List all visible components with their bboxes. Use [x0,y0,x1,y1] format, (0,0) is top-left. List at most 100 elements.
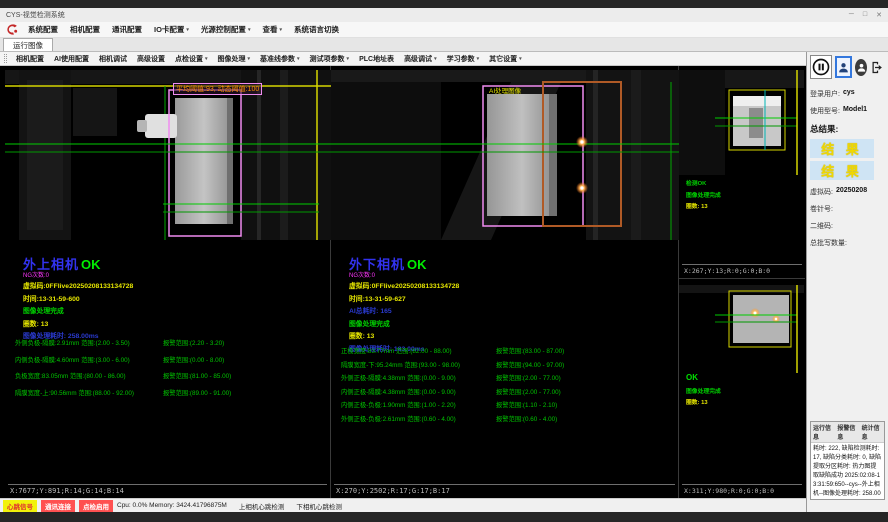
chevron-down-icon: ▾ [297,56,300,62]
app-window: CYS-视觉检测系统 ─ □ ✕ 系统配置 相机配置 通讯配置 IO卡配置▾ 光… [0,0,888,522]
chevron-down-icon: ▾ [279,27,282,33]
heartbeat-status-badge: 心跳信号 [3,500,37,512]
virtual-code-line: 虚拟码:0FFIive20250208133134728 [23,280,133,290]
camera-panel-outer-lower: AI处理图像 外下相机OK NG次数:0 虚拟码:0FFIive20250208… [331,66,679,498]
log-text: 耗时: 222, 缺陷检测耗时: 17, 缺陷分类耗时: 0, 缺陷提取分区耗时… [811,443,884,499]
menu-item-comm-config[interactable]: 通讯配置 [106,24,148,35]
camera-view-outer-upper[interactable]: 平均阈值:93, 动态阈值:100 [5,70,331,245]
log-tab-alarm-info[interactable]: 报警信息 [837,423,857,441]
workpiece-plate [175,98,233,224]
virtual-code-field: 虚拟码: 20250208 [810,187,885,197]
toolbar-item-advanced-settings[interactable]: 高级设置 [132,54,170,64]
chevron-down-icon: ▾ [205,56,208,62]
log-tab-stats-info[interactable]: 统计信息 [862,423,882,441]
measurement-row: 外侧正极-隔膜:4.38mm 范围:(0.00 - 9.00)报警范围:(2.0… [341,373,674,382]
ok-badge: OK [686,373,721,382]
close-button[interactable]: ✕ [876,11,882,19]
login-user-label: 登录用户: [810,89,840,99]
chevron-down-icon: ▾ [186,27,189,33]
upper-camera-heartbeat-status: 上相机心跳检测 [239,501,285,511]
toolbar-item-other-settings[interactable]: 其它设置▾ [484,54,527,64]
comm-status-badge: 通讯连接 [41,500,75,512]
menu-item-system-config[interactable]: 系统配置 [22,24,64,35]
toolbar-grip [4,54,7,63]
chevron-down-icon: ▾ [248,56,251,62]
login-user-field: 登录用户: cys [810,89,885,99]
connector-part [145,114,177,138]
chevron-down-icon: ▾ [347,56,350,62]
toolbar-item-plc-address[interactable]: PLC地址表 [354,54,399,64]
log-tab-run-info[interactable]: 运行信息 [813,423,833,441]
status-bar: 心跳信号 通讯连接 点检启用 Cpu: 0.0% Memory: 3424.41… [0,498,806,512]
camera-scene-left [5,70,331,240]
screen-bottom-strip [0,512,888,522]
result-box-2: 结 果 [810,161,874,180]
toolbar: 相机配置 AI使用配置 相机调试 高级设置 点检设置▾ 图像处理▾ 基准线参数▾… [0,52,806,66]
measurement-row: 内侧正极-隔膜:4.38mm 范围:(0.00 - 9.00)报警范围:(2.0… [341,387,674,396]
camera-panel-small-top: 检测OK 图像处理完成 圈数: 13 X:267;Y:13;R:0;G:0;B:… [679,66,805,279]
camera-scene-middle [331,70,679,240]
model-value: Model1 [843,106,867,116]
needle-number-field: 卷针号: [810,204,885,214]
toolbar-item-spot-check[interactable]: 点检设置▾ [170,54,213,64]
total-result-label: 总结果: [810,123,885,135]
minimize-button[interactable]: ─ [849,11,854,19]
toolbar-item-camera-config[interactable]: 相机配置 [11,54,49,64]
toolbar-item-learning-params[interactable]: 学习参数▾ [442,54,485,64]
camera-info-block: 虚拟码:0FFIive20250208133134728 时间:13-31-59… [23,280,133,340]
user-icon [837,61,850,74]
menu-bar: 系统配置 相机配置 通讯配置 IO卡配置▾ 光源控制配置▾ 查看▾ 系统语言切换 [0,22,888,38]
toolbar-item-baseline-params[interactable]: 基准线参数▾ [255,54,305,64]
camera-info-block: 检测OK 图像处理完成 圈数: 13 [686,178,721,210]
switch-user-button[interactable] [855,59,867,76]
pause-button[interactable] [810,55,832,79]
tab-run-image[interactable]: 运行图像 [3,38,53,51]
turns-line: 圈数: 13 [349,330,459,340]
user-icon [856,62,867,73]
logout-button[interactable] [870,58,885,76]
lower-camera-heartbeat-status: 下相机心跳检测 [296,501,342,511]
model-label: 使用型号: [810,106,840,116]
measurement-row: 隔膜宽度-下:95.24mm 范围:(93.00 - 98.00)报警范围:(9… [341,360,674,369]
process-done-line: 图像处理完成 [23,305,133,315]
measurement-row: 内侧负极-隔膜:4.60mm 范围:(3.00 - 6.00)报警范围:(0.0… [15,355,326,364]
menu-item-camera-config[interactable]: 相机配置 [64,24,106,35]
chevron-down-icon: ▾ [519,56,522,62]
toolbar-item-camera-debug[interactable]: 相机调试 [94,54,132,64]
turns-line: 圈数: 13 [23,318,133,328]
toolbar-item-image-processing[interactable]: 图像处理▾ [213,54,256,64]
camera-view-outer-lower[interactable]: AI处理图像 [331,70,679,245]
menu-item-io-config[interactable]: IO卡配置▾ [148,24,195,35]
time-line: 时间:13-31-59-627 [349,293,459,303]
camera-info-block: 虚拟码:0FFIive20250208133134728 时间:13-31-59… [349,280,459,353]
toolbar-item-test-params[interactable]: 测试项参数▾ [305,54,355,64]
pixel-coord-readout: X:311;Y:980;R:0;G:0;B:0 [682,484,802,495]
camera-view-small-bottom[interactable] [679,285,804,378]
toolbar-item-ai-usage-config[interactable]: AI使用配置 [49,54,94,64]
result-box-1: 结 果 [810,139,874,158]
app-title: CYS-视觉检测系统 [6,10,65,20]
camera-view-small-top[interactable] [679,70,804,180]
menu-item-language-switch[interactable]: 系统语言切换 [288,24,345,35]
chevron-down-icon: ▾ [248,27,251,33]
measurement-rows: 正极宽度:83.77mm 范围:(82.00 - 88.00)报警范围:(83.… [341,346,674,423]
right-sidebar: 登录用户: cys 使用型号: Model1 总结果: 结 果 结 果 虚拟码:… [806,52,888,512]
log-tabs: 运行信息 报警信息 统计信息 [811,422,884,443]
ng-count-line: NG次数:0 [23,270,49,279]
measurement-row: 正极宽度:83.77mm 范围:(82.00 - 88.00)报警范围:(83.… [341,346,674,355]
sidebar-button-row [810,55,885,79]
ai-image-label: AI处理图像 [489,85,521,95]
camera-scene-small-top [679,70,804,175]
current-user-button[interactable] [835,56,852,78]
menu-item-light-config[interactable]: 光源控制配置▾ [195,24,257,35]
qr-code-field: 二维码: [810,221,885,231]
workpiece-plate [487,94,557,216]
measurement-row: 外侧正极-负极:2.61mm 范围:(0.60 - 4.00)报警范围:(0.6… [341,414,674,423]
menu-item-view[interactable]: 查看▾ [256,24,288,35]
camera-info-block: OK 图像处理完成 圈数: 13 [686,373,721,406]
toolbar-item-advanced-debug[interactable]: 高级调试▾ [399,54,442,64]
cpu-memory-text: Cpu: 0.0% Memory: 3424.41796875M [117,502,227,509]
maximize-button[interactable]: □ [863,11,867,19]
main-view-area: 平均阈值:93, 动态阈值:100 外上相机OK NG次数:0 虚拟码:0FFI… [0,66,806,498]
camera-scene-small-bottom [679,285,804,373]
